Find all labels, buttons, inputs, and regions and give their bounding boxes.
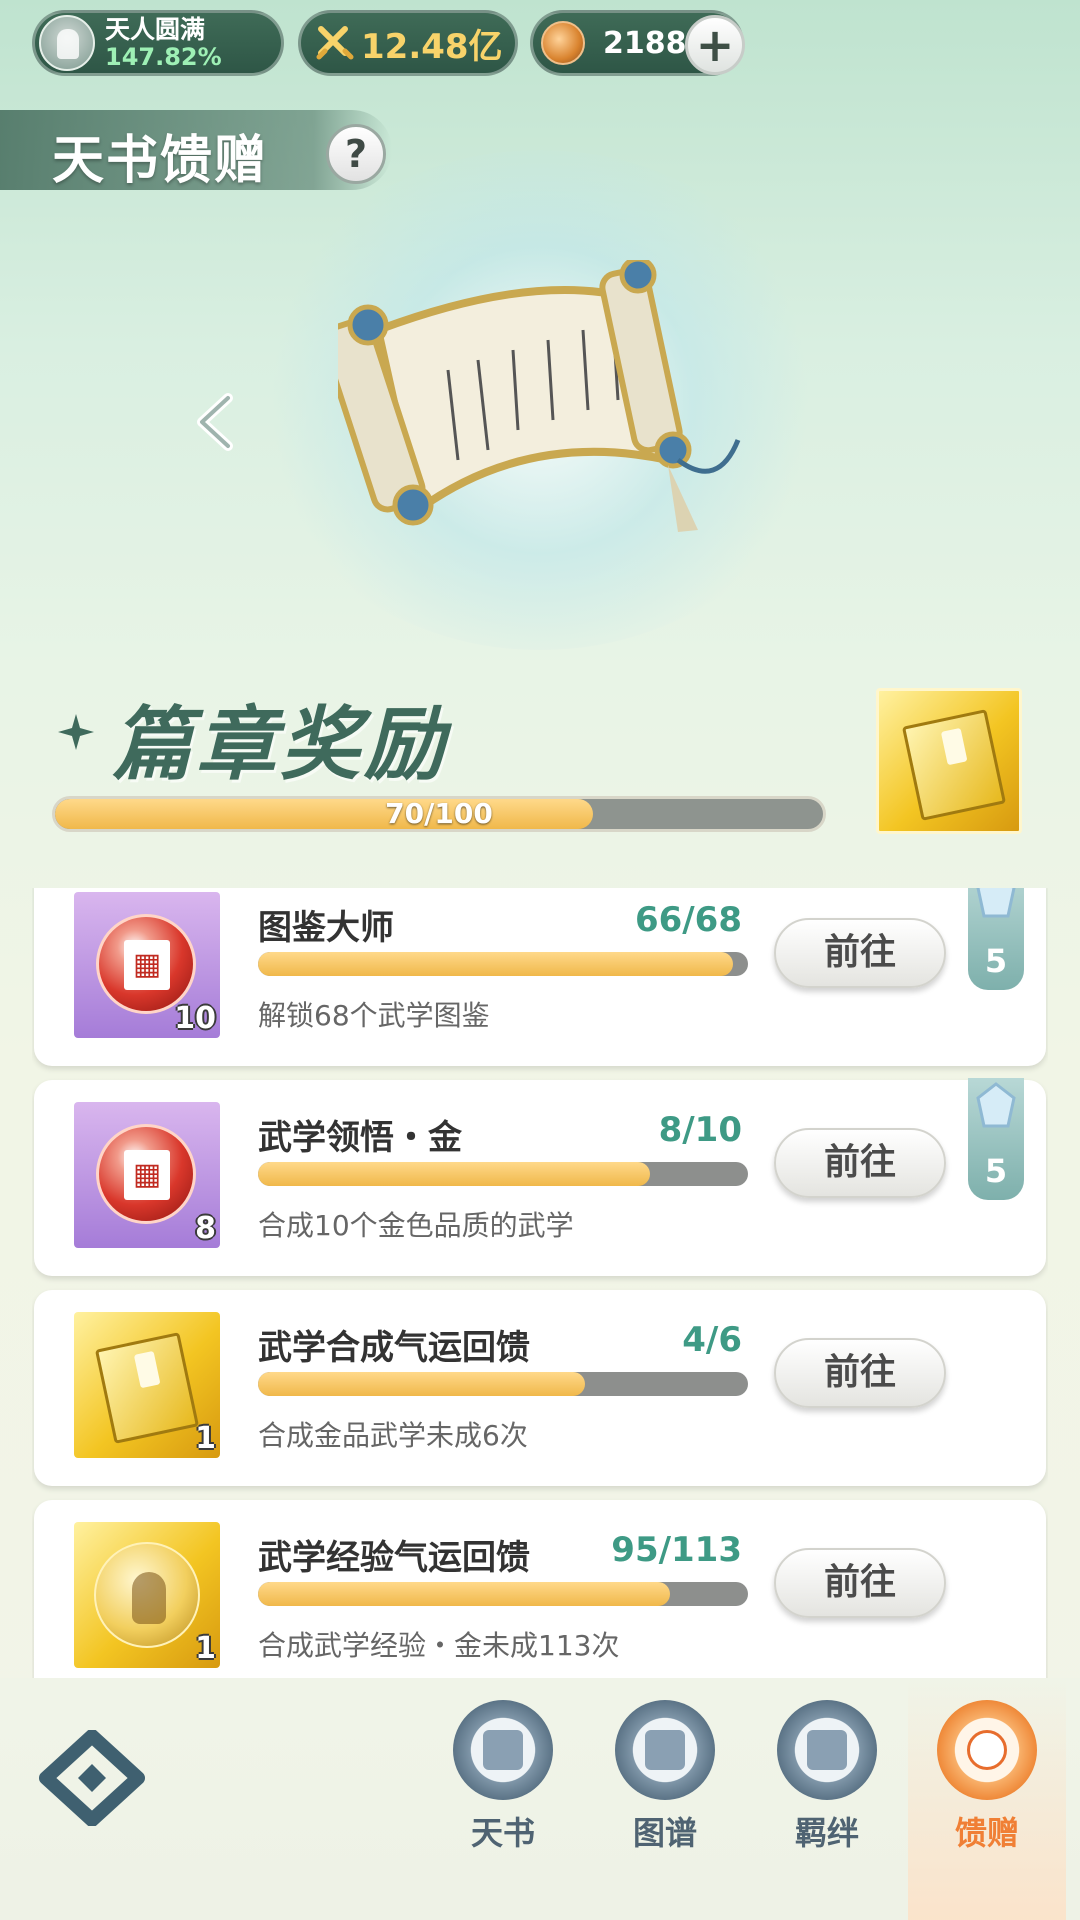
- add-coin-button[interactable]: +: [685, 15, 745, 75]
- diamond-logo-icon[interactable]: [38, 1730, 146, 1826]
- task-progress-text: 4/6: [682, 1320, 742, 1360]
- realm-percent: 147.82%: [105, 43, 222, 71]
- tab-tianshu[interactable]: 天书: [438, 1700, 568, 1920]
- map-emblem-icon: [615, 1700, 715, 1800]
- tab-label: 天书: [470, 1814, 535, 1852]
- sparkle-icon: [58, 714, 94, 750]
- task-reward-icon[interactable]: 1: [74, 1312, 220, 1458]
- coin-icon: [541, 21, 585, 65]
- reward-count: 10: [174, 1001, 216, 1036]
- gift-bag-emblem-icon: [937, 1700, 1037, 1800]
- tab-label: 羁绊: [794, 1814, 859, 1852]
- golden-book-icon: [901, 709, 1007, 821]
- help-button[interactable]: ?: [326, 124, 386, 184]
- task-reward-icon[interactable]: ▦ 8: [74, 1102, 220, 1248]
- tab-jiban[interactable]: 羁绊: [762, 1700, 892, 1920]
- bottom-nav: 天书 图谱 羁绊 馈赠: [0, 1678, 1080, 1920]
- book-emblem-icon: [453, 1700, 553, 1800]
- task-description: 合成金品武学未成6次: [258, 1419, 528, 1452]
- crystal-gem-icon: [976, 888, 1016, 918]
- task-card: 1 武学合成气运回馈 4/6 合成金品武学未成6次 前往: [34, 1290, 1046, 1486]
- golden-book-icon: [94, 1332, 200, 1444]
- page-title: 天书馈赠: [52, 131, 269, 191]
- gem-reward-tag: 5: [968, 888, 1024, 990]
- task-progress-bar: [258, 1582, 748, 1606]
- tab-tupu[interactable]: 图谱: [600, 1700, 730, 1920]
- task-progress-fill: [258, 952, 734, 976]
- task-card: 1 武学经验气运回馈 95/113 合成武学经验・金未成113次 前往: [34, 1500, 1046, 1678]
- coin-counter: 21884 +: [530, 10, 745, 76]
- combat-power-value: 12.48亿: [361, 26, 503, 67]
- task-description: 合成10个金色品质的武学: [258, 1209, 574, 1242]
- handshake-emblem-icon: [777, 1700, 877, 1800]
- task-reward-icon[interactable]: 1: [74, 1522, 220, 1668]
- reward-count: 1: [195, 1421, 216, 1456]
- gem-reward-count: 5: [984, 942, 1008, 980]
- crossed-swords-icon: [316, 26, 354, 60]
- realm-avatar-icon: [39, 15, 95, 71]
- heavenly-scroll-icon: [338, 260, 741, 532]
- task-title: 图鉴大师: [258, 908, 394, 948]
- task-list[interactable]: ▦ 10 图鉴大师 66/68 解锁68个武学图鉴 前往 5 ▦ 8 武学领悟・…: [32, 888, 1048, 1678]
- seal-glyph: ▦: [124, 940, 170, 990]
- chapter-progress-text: 70/100: [385, 797, 493, 830]
- reward-count: 8: [195, 1211, 216, 1246]
- meditation-orb-icon: [94, 1542, 200, 1648]
- realm-badge[interactable]: 天人圆满 147.82%: [32, 10, 284, 76]
- task-progress-fill: [258, 1372, 585, 1396]
- tab-label: 馈赠: [954, 1814, 1019, 1852]
- chevron-left-icon[interactable]: [192, 392, 238, 452]
- chapter-reward-title: 篇章奖励: [112, 698, 448, 791]
- go-button[interactable]: 前往: [774, 918, 946, 988]
- task-progress-bar: [258, 952, 748, 976]
- go-button[interactable]: 前往: [774, 1128, 946, 1198]
- chapter-reward-chest[interactable]: [876, 688, 1022, 834]
- realm-name: 天人圆满: [105, 15, 206, 44]
- task-progress-text: 8/10: [658, 1110, 742, 1150]
- task-title: 武学合成气运回馈: [258, 1328, 530, 1368]
- task-progress-fill: [258, 1582, 670, 1606]
- task-progress-text: 66/68: [634, 900, 742, 940]
- top-resource-bar: 天人圆满 147.82% 12.48亿 21884 +: [32, 10, 1052, 80]
- crystal-gem-icon: [976, 1082, 1016, 1128]
- gem-reward-count: 5: [984, 1152, 1008, 1190]
- tab-kuizeng[interactable]: 馈赠: [922, 1700, 1052, 1920]
- chapter-progress-bar: 70/100: [52, 796, 826, 832]
- task-progress-bar: [258, 1372, 748, 1396]
- reward-count: 1: [195, 1631, 216, 1666]
- tab-label: 图谱: [632, 1814, 697, 1852]
- go-button[interactable]: 前往: [774, 1338, 946, 1408]
- task-reward-icon[interactable]: ▦ 10: [74, 892, 220, 1038]
- task-card: ▦ 10 图鉴大师 66/68 解锁68个武学图鉴 前往 5: [34, 888, 1046, 1066]
- task-progress-text: 95/113: [611, 1530, 742, 1570]
- task-title: 武学经验气运回馈: [258, 1538, 530, 1578]
- gem-reward-tag: 5: [968, 1078, 1024, 1200]
- task-card: ▦ 8 武学领悟・金 8/10 合成10个金色品质的武学 前往 5: [34, 1078, 1046, 1276]
- task-progress-bar: [258, 1162, 748, 1186]
- combat-power-badge: 12.48亿: [298, 10, 518, 76]
- task-progress-fill: [258, 1162, 650, 1186]
- seal-glyph: ▦: [124, 1150, 170, 1200]
- task-title: 武学领悟・金: [258, 1118, 462, 1158]
- task-description: 合成武学经验・金未成113次: [258, 1629, 620, 1662]
- go-button[interactable]: 前往: [774, 1548, 946, 1618]
- task-description: 解锁68个武学图鉴: [258, 999, 490, 1032]
